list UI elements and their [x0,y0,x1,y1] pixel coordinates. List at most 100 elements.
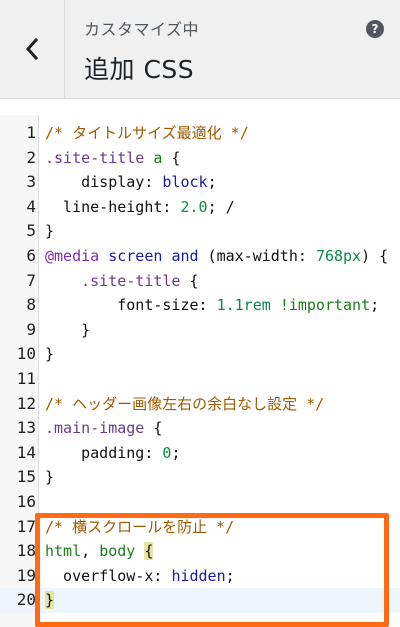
code-token: 1.1rem [216,296,271,315]
code-text[interactable]: .site-title { [45,269,198,294]
code-line[interactable]: 13 .main-image { [0,416,400,441]
code-token: and [171,247,199,265]
help-icon[interactable]: ? [366,20,384,38]
code-text[interactable]: .main-image { [45,416,162,441]
code-token: 2.0 [180,197,208,216]
code-text[interactable]: } [45,465,54,490]
code-token: } [45,345,55,364]
code-text[interactable]: html, body { [45,539,154,564]
code-line[interactable]: 3 display: block; [0,170,400,195]
line-number: 4 [26,196,36,216]
line-number: 13 [16,418,36,438]
code-token: html [45,542,82,561]
line-number: 3 [26,172,36,192]
line-number: 19 [16,565,36,585]
code-line[interactable]: 1 /* タイトルサイズ最適化 */ [0,121,400,146]
code-text[interactable]: } [45,219,54,244]
code-text[interactable]: .site-title a { [45,146,180,171]
code-token: ; [370,296,380,315]
code-line[interactable]: 11 [0,367,400,392]
customizer-header: カスタマイズ中 追加 CSS ? [0,0,400,99]
code-text[interactable]: } [45,318,90,343]
code-text[interactable]: display: block; [45,170,217,195]
back-button[interactable] [0,0,65,98]
code-token: : [162,197,181,216]
line-number: 18 [16,541,36,561]
code-token: 768px [315,247,362,265]
code-line[interactable]: 8 font-size: 1.1rem !important; [0,293,400,318]
code-text[interactable]: } [45,342,54,367]
code-token: overflow-x [45,566,154,585]
line-number: 6 [26,246,36,265]
code-token: : [144,173,163,192]
code-token: ) { [361,247,389,265]
code-token: /* ヘッダー画像左右の余白なし設定 */ [45,394,325,413]
code-line[interactable]: 5} [0,219,400,244]
code-token: : [198,296,217,315]
code-token: hidden [171,566,226,585]
code-line[interactable]: 10} [0,342,400,367]
line-number: 12 [16,393,36,413]
code-text[interactable]: /* タイトルサイズ最適化 */ [45,121,249,146]
code-line[interactable]: 12 /* ヘッダー画像左右の余白なし設定 */ [0,392,400,417]
code-token: ; [171,443,181,462]
code-token: .site-title [45,148,154,167]
code-token: block [162,173,208,192]
code-token: .site-title [45,271,181,290]
code-token: screen [108,247,163,265]
code-text[interactable]: /* ヘッダー画像左右の余白なし設定 */ [45,392,324,417]
code-token: /* タイトルサイズ最適化 */ [45,124,249,142]
line-number: 9 [26,319,36,339]
panel-title: 追加 CSS [84,55,195,84]
code-token: } [45,320,91,339]
code-line[interactable]: 18 html, body { [0,539,400,564]
line-number: 16 [16,492,36,511]
code-token: ; / [207,197,235,216]
code-text[interactable]: @media screen and (max-width: 768px) { [45,244,388,269]
code-text[interactable]: overflow-x: hidden; [45,564,235,589]
line-number: 8 [26,295,36,315]
code-token: : [153,566,172,585]
code-text[interactable]: font-size: 1.1rem !important; [45,293,379,318]
code-line[interactable]: 6 @media screen and (max-width: 768px) { [0,244,400,269]
code-line[interactable]: 4 line-height: 2.0; / [0,195,400,220]
code-token: { [144,542,154,561]
code-line[interactable]: 19 overflow-x: hidden; [0,564,400,589]
line-number: 11 [16,369,36,388]
code-token: display [45,173,145,192]
code-text[interactable]: line-height: 2.0; / [45,195,235,220]
code-line[interactable]: 2 .site-title a { [0,146,400,171]
code-token: { [162,148,181,167]
line-number: 10 [16,344,36,364]
code-line[interactable]: 9 } [0,318,400,343]
line-number: 2 [26,147,36,167]
line-number: 17 [16,516,36,536]
code-token: { [144,419,163,438]
chevron-left-icon [25,38,39,60]
code-line[interactable]: 14 padding: 0; [0,441,400,466]
code-token: } [45,591,55,610]
css-code-editor[interactable]: 1/* タイトルサイズ最適化 */2 .site-title a {3 displ… [0,115,400,627]
line-number: 20 [16,590,36,610]
line-number: 5 [26,221,36,241]
code-token: font-size [45,296,199,315]
line-number: 15 [16,467,36,487]
code-token: ; [207,173,217,192]
code-line[interactable]: 17 /* 横スクロールを防止 */ [0,515,400,540]
code-text[interactable]: } [45,588,55,613]
code-line[interactable]: 15} [0,465,400,490]
code-token: ; [225,566,235,585]
code-line[interactable]: 20} [0,588,400,613]
code-token: : [144,443,163,462]
code-token: , [81,542,100,561]
code-text[interactable]: /* 横スクロールを防止 */ [45,515,234,540]
code-text[interactable]: padding: 0; [45,441,180,466]
code-token: @media [45,247,100,265]
code-line[interactable]: 7 .site-title { [0,269,400,294]
code-token: line-height [45,197,163,216]
code-token: body [99,542,136,561]
code-line[interactable]: 16 [0,490,400,515]
